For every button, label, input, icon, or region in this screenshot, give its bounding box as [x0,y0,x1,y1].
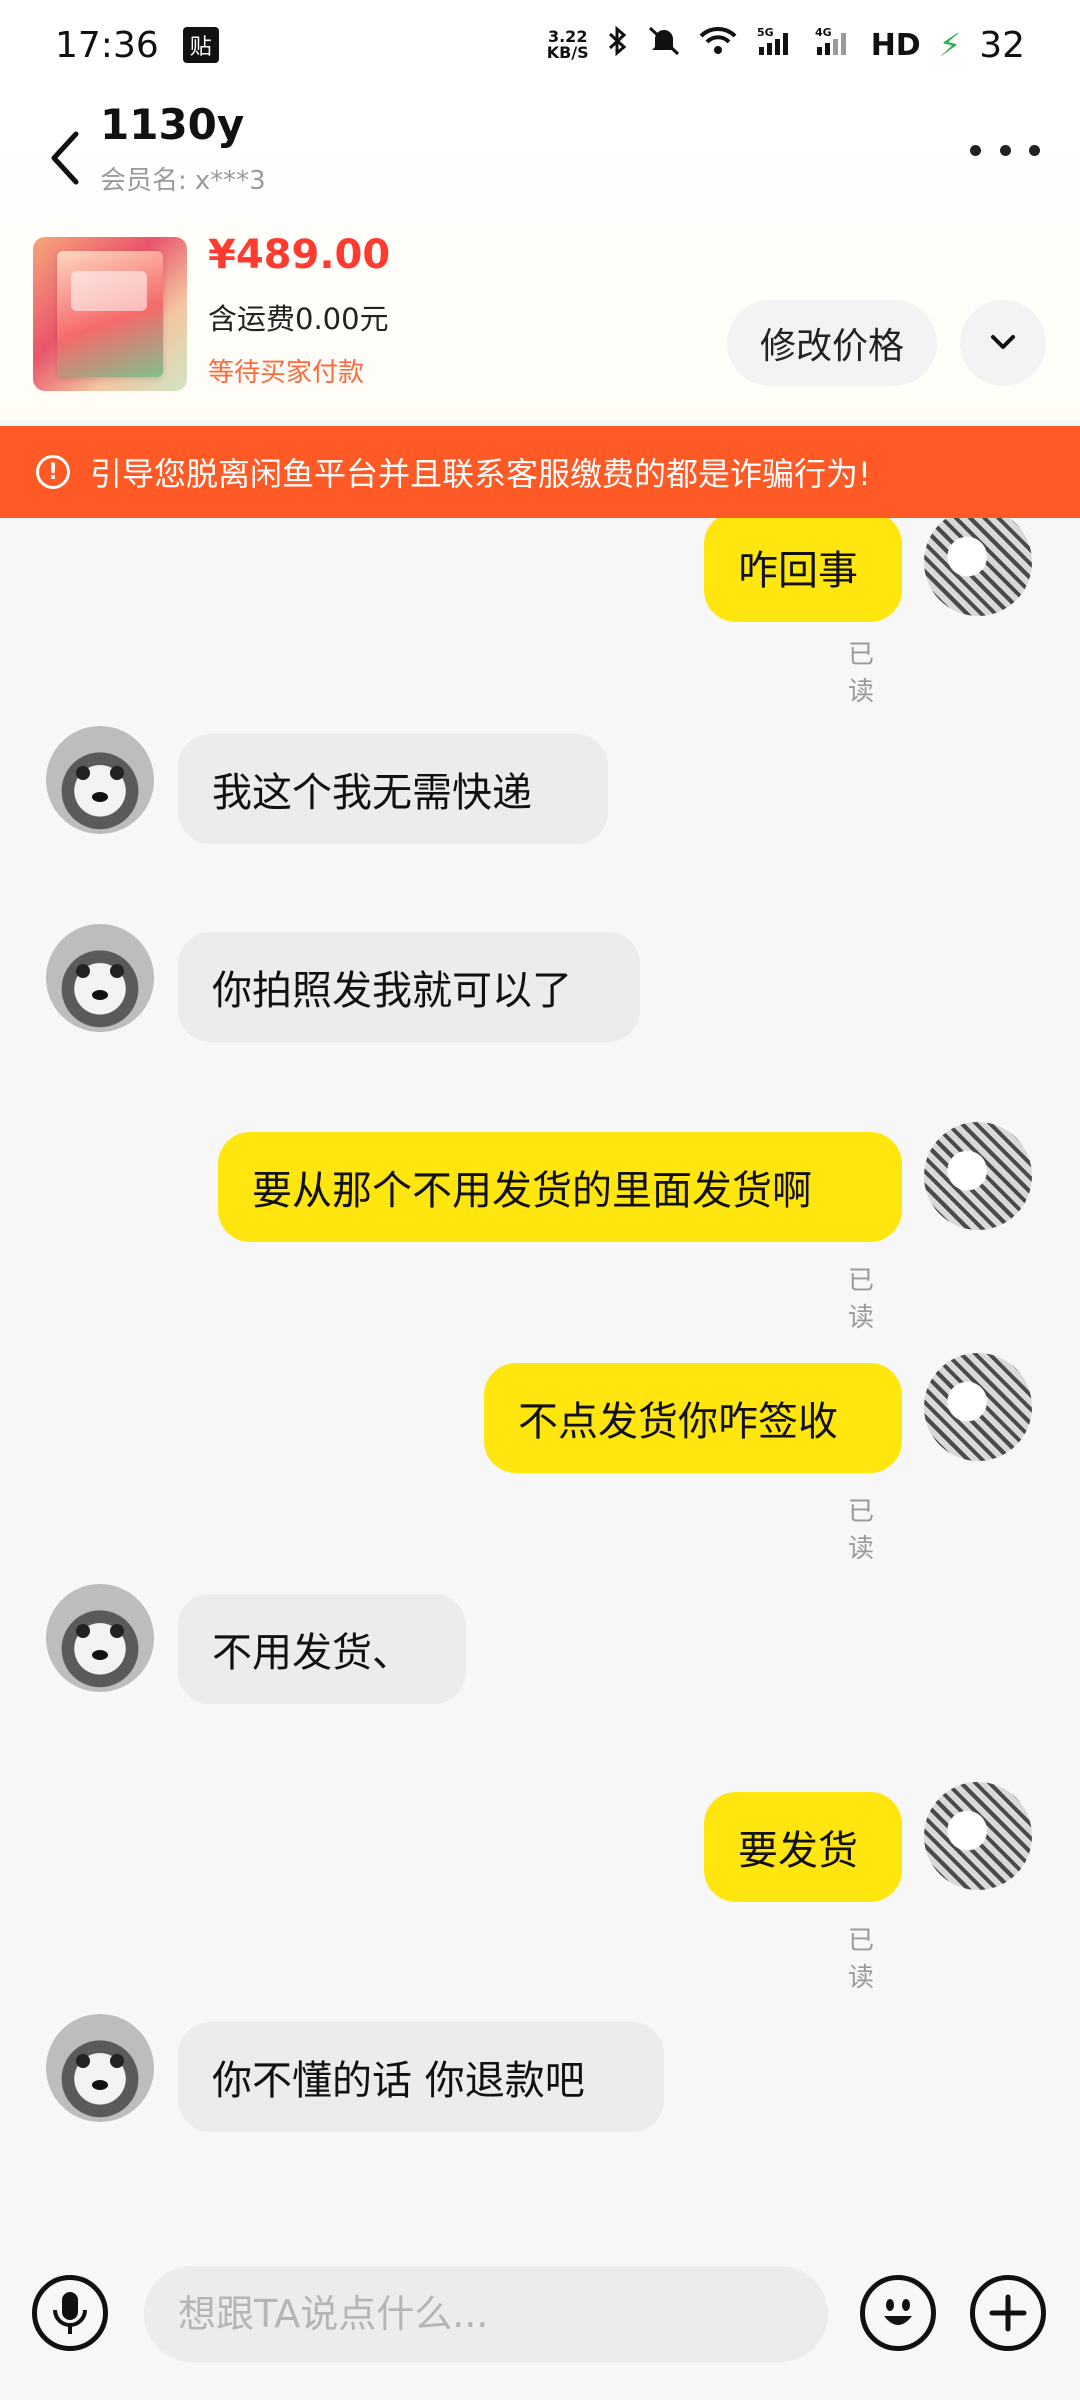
warning-icon: ! [36,455,70,489]
message-bubble[interactable]: 你拍照发我就可以了 [178,932,640,1042]
plus-icon [989,2294,1027,2332]
signal-4g-label: 4G [815,26,832,39]
signal-5g-icon: 5G [755,25,795,65]
my-avatar[interactable] [924,1353,1032,1461]
expand-button[interactable] [960,300,1046,386]
hd-indicator: HD [870,27,921,63]
shipping-fee: 含运费0.00元 [208,302,389,336]
more-options-button[interactable] [970,130,1040,170]
my-avatar[interactable] [924,1122,1032,1230]
contact-avatar[interactable] [46,726,154,834]
read-receipt: 已读 [848,1497,875,1564]
chat-screen: 17:36 贴 3.22 KB/S 5G 4G HD ⚡ 32 1130y 会员… [0,0,1080,2400]
member-value: x***3 [194,166,266,196]
message-bubble[interactable]: 要发货 [704,1792,902,1902]
battery-level: 32 [979,24,1025,66]
contact-name: 1130y [100,100,245,149]
input-bar [0,2230,1080,2400]
mute-icon [647,25,681,65]
message-bubble[interactable]: 你不懂的话 你退款吧 [178,2022,664,2132]
net-speed: 3.22 KB/S [547,29,589,61]
contact-avatar[interactable] [46,1584,154,1692]
product-price: ¥489.00 [208,232,391,278]
order-status: 等待买家付款 [208,358,365,388]
dot-icon [1029,144,1040,156]
chevron-down-icon [991,335,1015,349]
message-list[interactable]: 咋回事 已读 我这个我无需快递 你拍照发我就可以了 要从那个不用发货的里面发货啊… [0,518,1080,2230]
smiley-icon [884,2299,912,2325]
back-button[interactable] [40,118,90,198]
status-time: 17:36 [55,24,159,66]
charging-icon: ⚡ [938,26,962,64]
net-speed-unit: KB/S [546,43,589,62]
status-icons: 3.22 KB/S 5G 4G HD ⚡ 32 [547,25,1025,66]
notification-badge: 贴 [182,27,219,63]
emoji-button[interactable] [860,2275,936,2351]
read-receipt: 已读 [848,640,875,707]
message-bubble[interactable]: 不点发货你咋签收 [484,1363,902,1473]
read-receipt: 已读 [848,1926,875,1993]
chat-header: 1130y 会员名: x***3 ¥489.00 含运费0.00元 等待买家付款 … [0,90,1080,420]
bluetooth-icon [607,25,629,65]
read-receipt: 已读 [848,1266,875,1333]
contact-avatar[interactable] [46,924,154,1032]
message-bubble[interactable]: 要从那个不用发货的里面发货啊 [218,1132,902,1242]
product-thumbnail[interactable] [33,237,187,391]
dot-icon [970,144,981,156]
status-bar: 17:36 贴 3.22 KB/S 5G 4G HD ⚡ 32 [0,0,1080,90]
signal-5g-label: 5G [757,26,774,39]
wifi-icon [699,26,737,64]
message-bubble[interactable]: 不用发货、 [178,1594,466,1704]
add-attachment-button[interactable] [970,2275,1046,2351]
microphone-icon [53,2292,87,2334]
message-bubble[interactable]: 我这个我无需快递 [178,734,608,844]
dot-icon [999,144,1011,156]
message-bubble[interactable]: 咋回事 [704,518,902,622]
my-avatar[interactable] [924,518,1032,616]
my-avatar[interactable] [924,1782,1032,1890]
member-name: 会员名: x***3 [100,160,266,197]
message-input[interactable] [144,2266,828,2362]
edit-price-button[interactable]: 修改价格 [727,300,937,386]
signal-4g-icon: 4G [813,25,853,65]
fraud-warning-banner: ! 引导您脱离闲鱼平台并且联系客服缴费的都是诈骗行为! [0,426,1080,518]
warning-text: 引导您脱离闲鱼平台并且联系客服缴费的都是诈骗行为! [90,455,871,493]
contact-avatar[interactable] [46,2014,154,2122]
chevron-left-icon [51,131,79,185]
voice-button[interactable] [32,2275,108,2351]
member-label: 会员名: [100,166,187,196]
